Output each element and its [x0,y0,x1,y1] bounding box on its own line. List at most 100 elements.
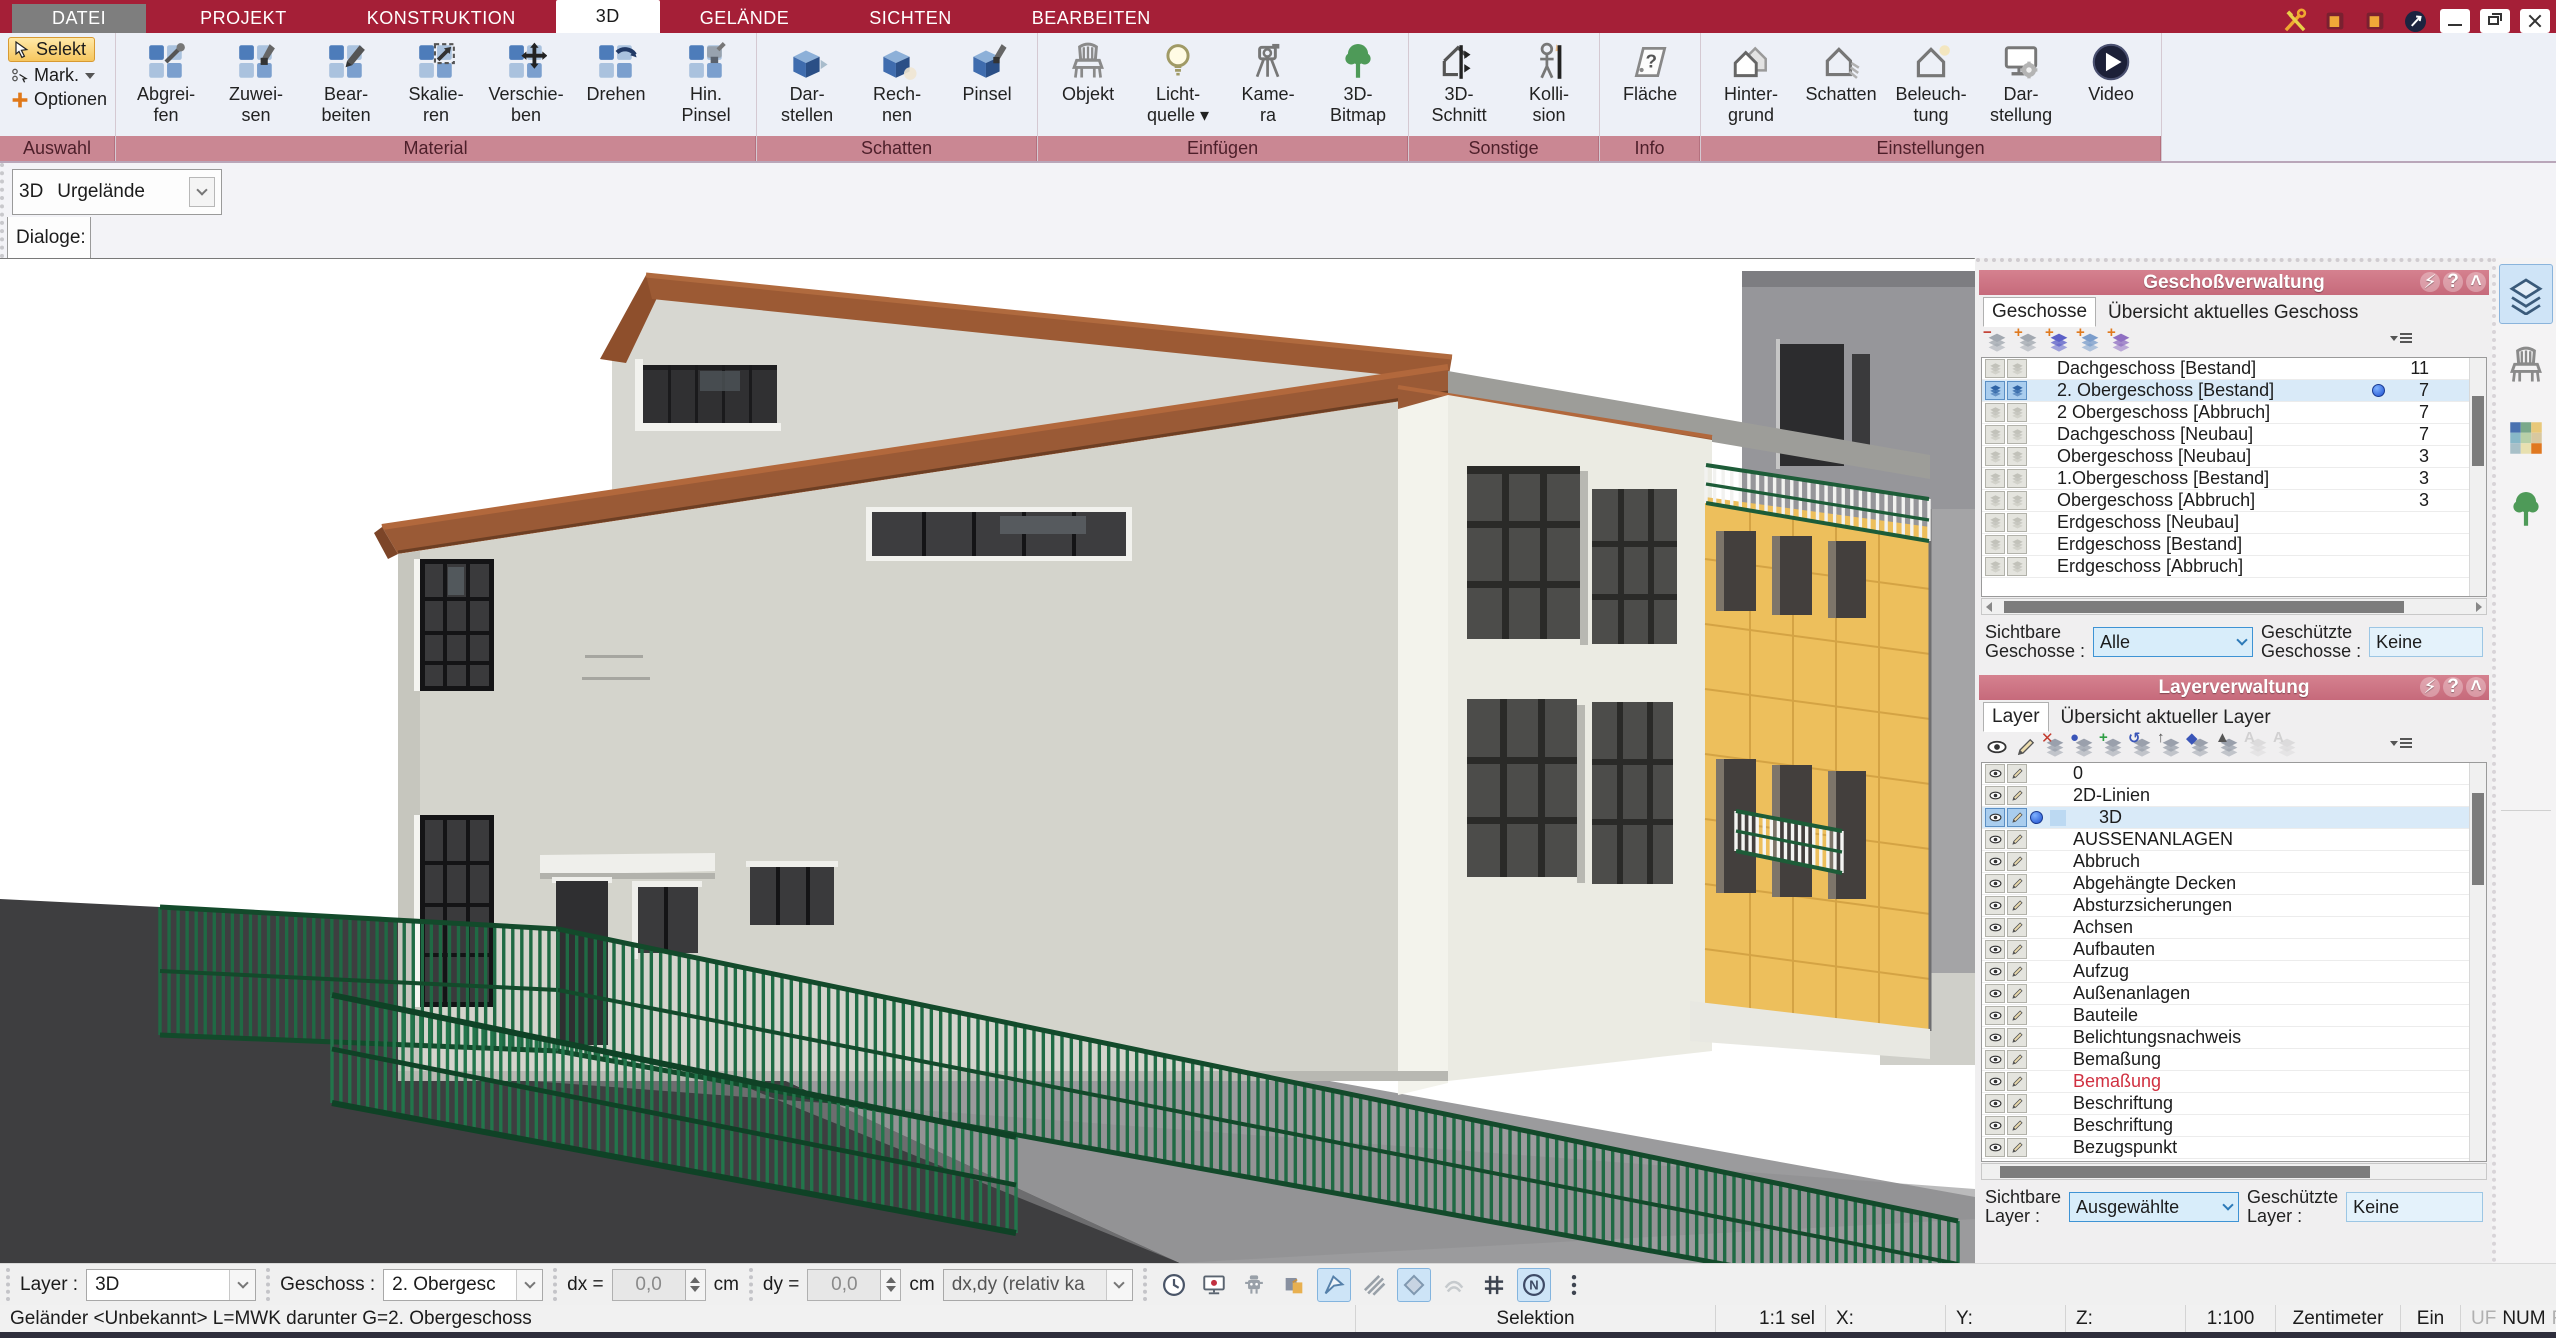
geschoss-row[interactable]: Obergeschoss [Neubau] 3 [1982,446,2469,468]
layer-row[interactable]: Abgehängte Decken [1982,873,2469,895]
layer-edit-toggle[interactable] [2007,1116,2027,1135]
layer-row[interactable]: 3D [1982,807,2469,829]
viewport-toggle-button[interactable] [1317,1268,1351,1302]
restore-button[interactable] [2480,9,2510,33]
edge-tool-button[interactable] [2499,264,2553,324]
layer-row[interactable]: 2D-Linien [1982,785,2469,807]
layer-visibility-toggle[interactable] [1985,830,2005,849]
geschoss-row[interactable]: Erdgeschoss [Abbruch] [1982,556,2469,578]
tab-uebersicht-geschoss[interactable]: Übersicht aktuelles Geschoss [2100,299,2366,327]
geschoss-tool-icon[interactable]: + [2109,330,2133,354]
layer-visibility-toggle[interactable] [1985,962,2005,981]
ribbon-button[interactable]: Zuwei-sen [212,37,300,128]
layer-edit-toggle[interactable] [2007,764,2027,783]
edge-tool-button[interactable] [2499,408,2553,468]
layer-visibility-toggle[interactable] [1985,1116,2005,1135]
toolbar-grip[interactable] [749,1268,753,1301]
layer-visibility-toggle[interactable] [1985,1138,2005,1157]
visibility-toggle[interactable] [1985,447,2005,466]
layer-tool-icon[interactable]: ↑ [2159,735,2183,759]
list-menu-icon[interactable] [2390,738,2412,748]
layer-visibility-toggle[interactable] [1985,1094,2005,1113]
edit-toggle[interactable] [2007,447,2027,466]
layer-edit-toggle[interactable] [2007,874,2027,893]
visibility-toggle[interactable] [1985,557,2005,576]
layer-visibility-toggle[interactable] [1985,940,2005,959]
help-icon[interactable] [2400,9,2430,33]
visibility-toggle[interactable] [1985,491,2005,510]
sichtbare-layer-select[interactable]: Ausgewählte [2069,1192,2239,1222]
geschoss-tool-icon[interactable]: + [2078,330,2102,354]
layer-row[interactable]: Bauteile [1982,1005,2469,1027]
layer-visibility-toggle[interactable] [1985,808,2005,827]
layer-edit-toggle[interactable] [2007,808,2027,827]
layer-tool-icon[interactable]: ↺ [2130,735,2154,759]
layer-tool-icon[interactable]: ▲ [2217,735,2241,759]
list-menu-icon[interactable] [2390,333,2412,343]
dx-stepper[interactable] [686,1269,706,1301]
panel-layout2-icon[interactable] [2360,9,2390,33]
ribbon-button[interactable]: Verschie-ben [482,37,570,128]
ribbon-button[interactable]: Dar-stellen [763,37,851,128]
optionen-button[interactable]: Optionen [8,89,107,110]
geschoss-tool-icon[interactable]: + [2016,330,2040,354]
layer-row[interactable]: Außenanlagen [1982,983,2469,1005]
visibility-toggle[interactable] [1985,535,2005,554]
panel-layout-icon[interactable] [2320,9,2350,33]
layer-tool-icon[interactable]: + [2101,735,2125,759]
dx-input[interactable]: 0,0 [612,1269,686,1301]
visibility-toggle[interactable] [1985,469,2005,488]
ribbon-button[interactable]: Hin.Pinsel [662,37,750,128]
panel-collapse-icon[interactable]: ˄ [2466,677,2486,697]
layer-edit-toggle[interactable] [2007,786,2027,805]
layer-tool-icon[interactable] [2014,735,2038,759]
layer-edit-toggle[interactable] [2007,830,2027,849]
panel-help-icon[interactable]: ? [2443,677,2463,697]
layer-visibility-toggle[interactable] [1985,874,2005,893]
layer-row[interactable]: 0 [1982,763,2469,785]
panel-pin-icon[interactable]: ⚡ [2420,677,2440,697]
layer-edit-toggle[interactable] [2007,940,2027,959]
layer-vscrollbar[interactable] [2469,763,2486,1161]
geschoss-row[interactable]: Erdgeschoss [Neubau] [1982,512,2469,534]
panel-collapse-icon[interactable]: ˄ [2466,272,2486,292]
layer-edit-toggle[interactable] [2007,1138,2027,1157]
viewport-toggle-button[interactable] [1437,1268,1471,1302]
geschoss-row[interactable]: 2 Obergeschoss [Abbruch] 7 [1982,402,2469,424]
geschoss-select[interactable]: 2. Obergesc [383,1269,543,1301]
layer-visibility-toggle[interactable] [1985,852,2005,871]
layer-row[interactable]: Aufzug [1982,961,2469,983]
menu-tab[interactable]: BEARBEITEN [992,4,1191,33]
menu-tab[interactable]: DATEI [12,4,146,33]
ribbon-button[interactable]: Bear-beiten [302,37,390,128]
geschoss-row[interactable]: Erdgeschoss [Bestand] [1982,534,2469,556]
layer-tool-icon[interactable] [1985,735,2009,759]
geschoss-tool-icon[interactable]: − [1985,330,2009,354]
geschoss-vscrollbar[interactable] [2469,358,2486,596]
visibility-toggle[interactable] [1985,403,2005,422]
ribbon-button[interactable]: Objekt [1044,37,1132,107]
tab-uebersicht-layer[interactable]: Übersicht aktueller Layer [2053,704,2279,732]
layer-edit-toggle[interactable] [2007,918,2027,937]
layer-tool-icon[interactable]: ◆ [2188,735,2212,759]
edit-toggle[interactable] [2007,469,2027,488]
viewport-toggle-button[interactable] [1197,1268,1231,1302]
layer-edit-toggle[interactable] [2007,1072,2027,1091]
viewport-toggle-button[interactable] [1517,1268,1551,1302]
geschoss-hscrollbar[interactable] [1981,598,2487,615]
edit-toggle[interactable] [2007,425,2027,444]
edit-toggle[interactable] [2007,491,2027,510]
ribbon-button[interactable]: Hinter-grund [1707,37,1795,128]
edit-toggle[interactable] [2007,557,2027,576]
ribbon-button[interactable]: Skalie-ren [392,37,480,128]
layer-row[interactable]: Achsen [1982,917,2469,939]
panel-help-icon[interactable]: ? [2443,272,2463,292]
3d-viewport[interactable] [0,258,1975,1263]
geschoss-row[interactable]: 2. Obergeschoss [Bestand] 7 [1982,380,2469,402]
layer-hscrollbar[interactable] [1981,1163,2487,1180]
viewport-toggle-button[interactable] [1557,1268,1591,1302]
layer-edit-toggle[interactable] [2007,984,2027,1003]
viewport-toggle-button[interactable] [1397,1268,1431,1302]
geschoss-row[interactable]: Obergeschoss [Abbruch] 3 [1982,490,2469,512]
view-selector[interactable]: 3D Urgelände [12,169,222,215]
